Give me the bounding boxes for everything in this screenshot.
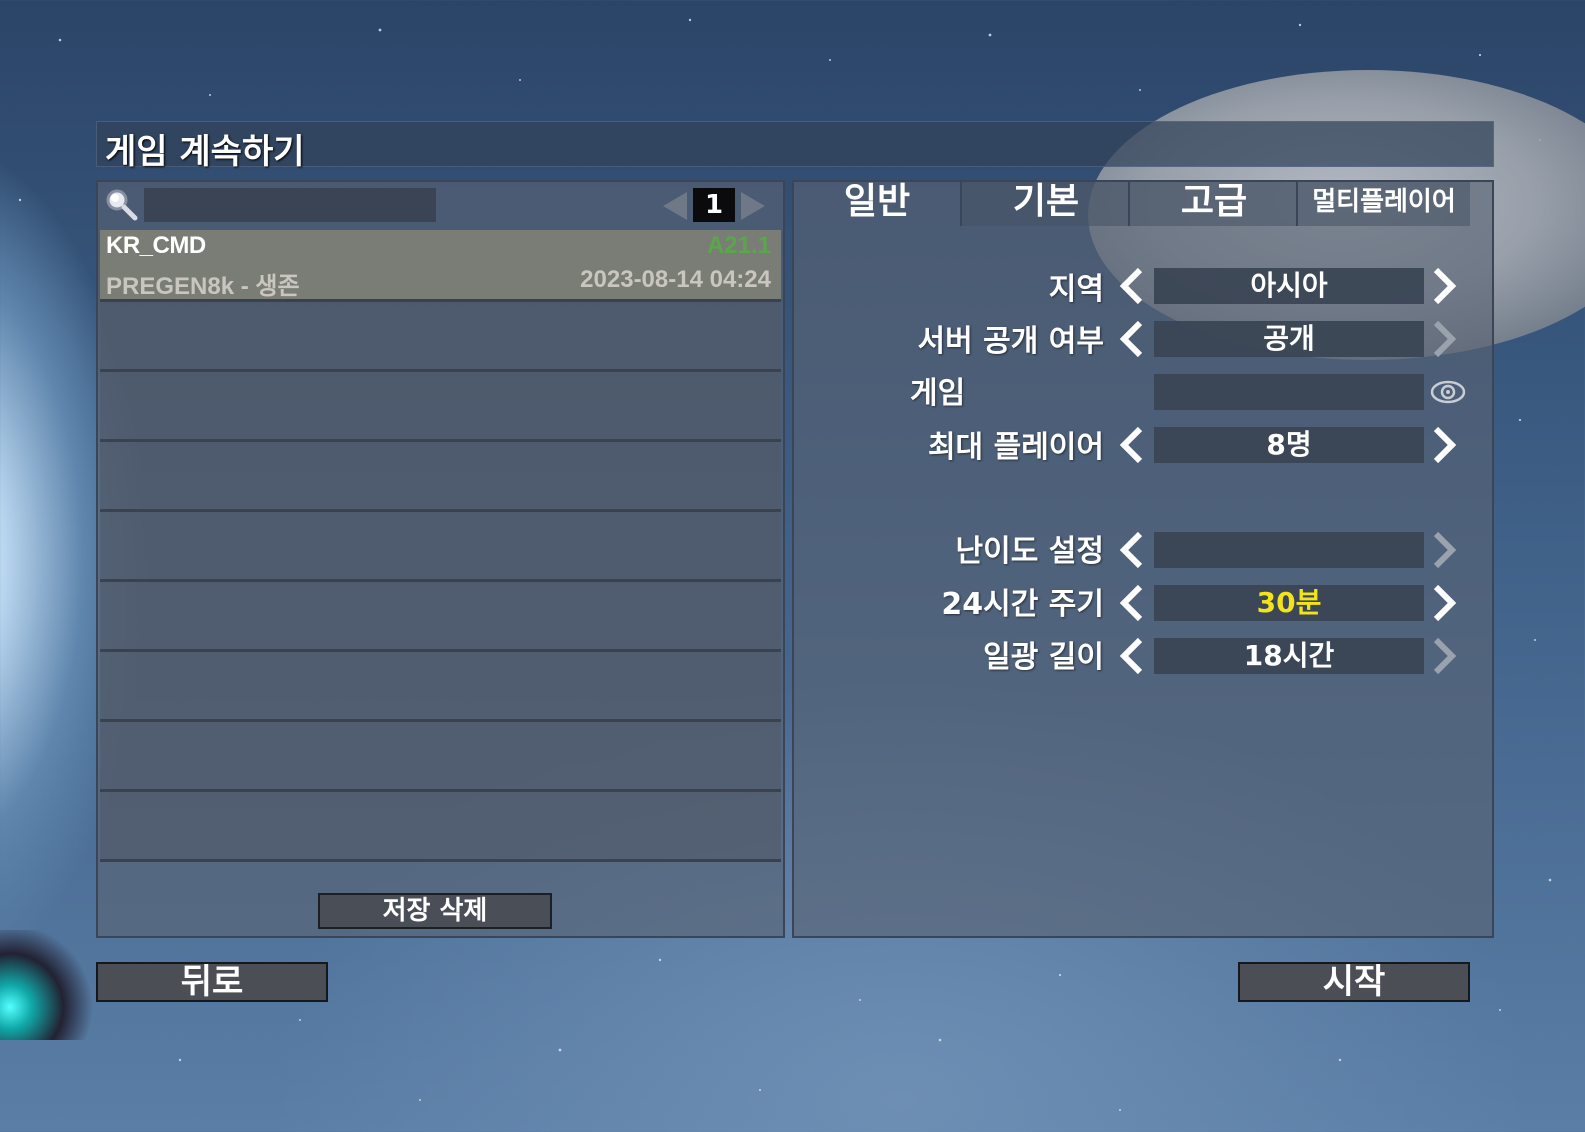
difficulty-prev-arrow-icon[interactable]: [1118, 530, 1146, 570]
start-button[interactable]: 시작: [1238, 962, 1470, 1002]
tab-advanced[interactable]: 고급: [1128, 182, 1298, 226]
day-cycle-next-arrow-icon[interactable]: [1430, 583, 1458, 623]
game-password-field[interactable]: [1154, 374, 1424, 410]
save-name: KR_CMD: [106, 232, 206, 259]
visibility-next-arrow-icon[interactable]: [1430, 319, 1458, 359]
save-row-empty[interactable]: [100, 582, 781, 652]
save-row-empty[interactable]: [100, 442, 781, 512]
settings-panel: 일반 기본 고급 멀티플레이어 지역 아시아 서버 공개 여부 공개 게임 최대…: [792, 180, 1494, 938]
server-visibility-value: 공개: [1154, 321, 1424, 357]
daylight-prev-arrow-icon[interactable]: [1118, 636, 1146, 676]
server-visibility-label: 서버 공개 여부: [917, 324, 1105, 359]
save-list: KR_CMD A21.1 PREGEN8k - 생존 2023-08-14 04…: [100, 230, 781, 862]
day-cycle-label: 24시간 주기: [941, 587, 1104, 622]
window-title-bar: 게임 계속하기: [96, 121, 1494, 172]
region-prev-arrow-icon[interactable]: [1118, 266, 1146, 306]
max-players-label: 최대 플레이어: [927, 430, 1104, 465]
daylight-label: 일광 길이: [983, 640, 1104, 675]
eye-icon[interactable]: [1430, 378, 1466, 406]
region-label: 지역: [1048, 272, 1104, 307]
max-players-value: 8명: [1154, 427, 1424, 463]
save-row-empty[interactable]: [100, 652, 781, 722]
delete-save-button[interactable]: 저장 삭제: [318, 893, 552, 929]
search-input[interactable]: [144, 188, 436, 222]
save-row-selected[interactable]: KR_CMD A21.1 PREGEN8k - 생존 2023-08-14 04…: [100, 230, 781, 302]
settings-tabs: 일반 기본 고급 멀티플레이어: [794, 182, 1492, 226]
daylight-next-arrow-icon[interactable]: [1430, 636, 1458, 676]
page-navigation: 1: [663, 188, 773, 222]
save-row-empty[interactable]: [100, 302, 781, 372]
region-value: 아시아: [1154, 268, 1424, 304]
save-date: 2023-08-14 04:24: [580, 266, 771, 293]
spaceship-decoration: [0, 930, 100, 1040]
save-row-empty[interactable]: [100, 512, 781, 582]
save-row-empty[interactable]: [100, 722, 781, 792]
game-password-label: 게임: [910, 376, 966, 411]
prev-page-arrow-icon[interactable]: [663, 192, 687, 220]
difficulty-value: [1154, 532, 1424, 568]
day-cycle-value: 30분: [1154, 585, 1424, 621]
daylight-value: 18시간: [1154, 638, 1424, 674]
visibility-prev-arrow-icon[interactable]: [1118, 319, 1146, 359]
back-button[interactable]: 뒤로: [96, 962, 328, 1002]
next-page-arrow-icon[interactable]: [741, 192, 765, 220]
save-version: A21.1: [706, 232, 771, 259]
tab-general[interactable]: 일반: [794, 182, 960, 226]
day-cycle-prev-arrow-icon[interactable]: [1118, 583, 1146, 623]
save-list-panel: 1 KR_CMD A21.1 PREGEN8k - 생존 2023-08-14 …: [96, 180, 785, 938]
difficulty-next-arrow-icon[interactable]: [1430, 530, 1458, 570]
region-next-arrow-icon[interactable]: [1430, 266, 1458, 306]
save-subtitle: PREGEN8k - 생존: [106, 273, 300, 300]
window-title: 게임 계속하기: [105, 132, 305, 172]
save-row-empty[interactable]: [100, 792, 781, 862]
save-row-empty[interactable]: [100, 372, 781, 442]
page-number: 1: [693, 188, 735, 222]
tab-basic[interactable]: 기본: [960, 182, 1130, 226]
tab-multiplayer[interactable]: 멀티플레이어: [1296, 182, 1470, 226]
max-players-prev-arrow-icon[interactable]: [1118, 425, 1146, 465]
search-icon: [106, 189, 138, 221]
difficulty-label: 난이도 설정: [955, 534, 1104, 569]
max-players-next-arrow-icon[interactable]: [1430, 425, 1458, 465]
